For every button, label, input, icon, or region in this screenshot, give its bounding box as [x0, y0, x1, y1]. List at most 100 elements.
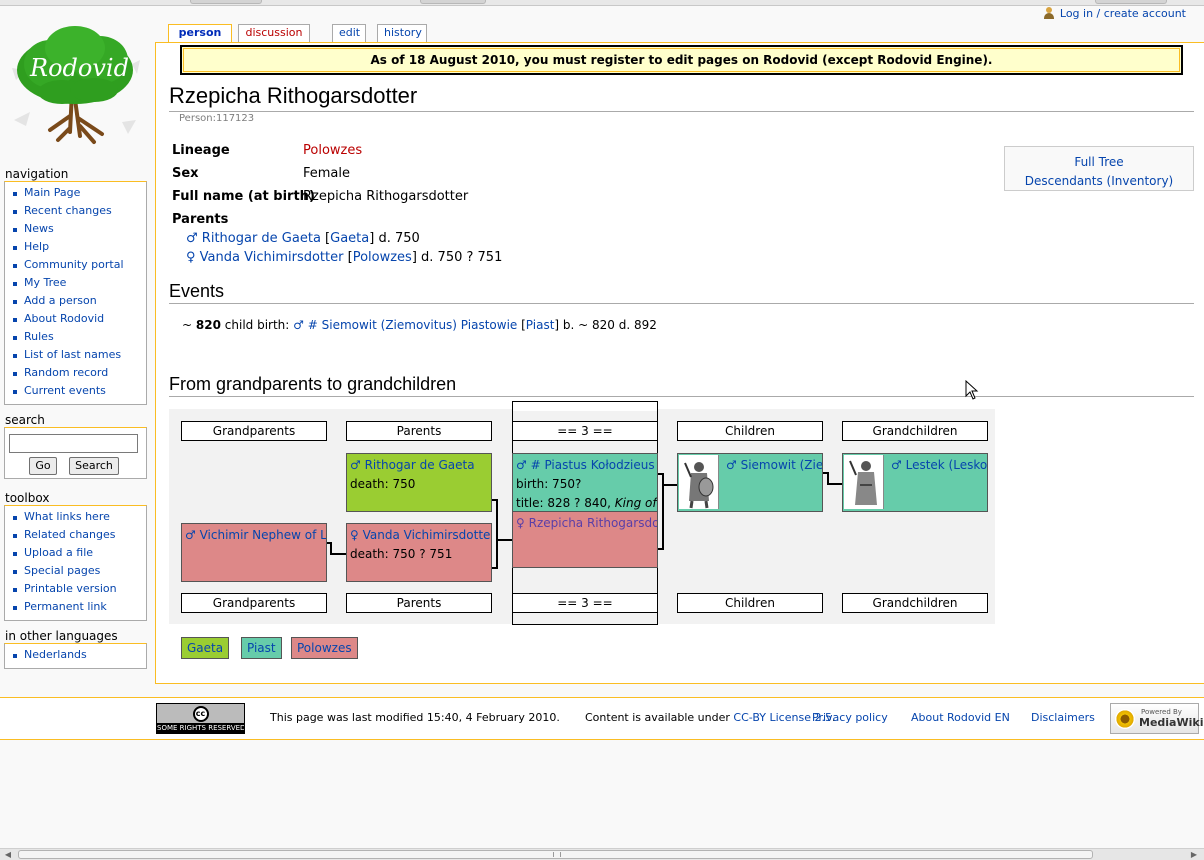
- content-license-text: Content is available under CC-BY License…: [585, 711, 835, 724]
- sidebar-item-label: Recent changes: [24, 204, 112, 217]
- go-button[interactable]: Go: [29, 457, 57, 475]
- event-lineage-link[interactable]: Piast: [526, 318, 555, 332]
- language-label: Nederlands: [24, 648, 87, 661]
- descendants-link[interactable]: Descendants (Inventory): [1025, 174, 1174, 188]
- tree-person-name: Vanda Vichimirsdotter: [362, 528, 492, 542]
- search-button[interactable]: Search: [69, 457, 119, 475]
- search-portlet: search Go Search: [4, 413, 147, 479]
- sidebar-item-about[interactable]: About Rodovid: [5, 310, 146, 328]
- sidebar-item-rules[interactable]: Rules: [5, 328, 146, 346]
- tab-person-label: person: [178, 26, 222, 39]
- toolbox-printable-version[interactable]: Printable version: [5, 580, 146, 598]
- parent-father-lineage-link[interactable]: Gaeta: [330, 231, 369, 246]
- browser-top-strip: [0, 0, 1204, 6]
- parent-mother-link[interactable]: Vanda Vichimirsdotter: [200, 250, 344, 265]
- horizontal-scrollbar[interactable]: ◀ ▶: [0, 848, 1204, 860]
- tree-person-death: death: 750: [350, 477, 416, 491]
- tree-footer-grandparents: Grandparents: [181, 593, 327, 613]
- tab-history-label: history: [384, 26, 422, 39]
- tab-person[interactable]: person: [168, 24, 232, 42]
- male-symbol-icon: ♂: [186, 231, 198, 246]
- tree-footer-grandchildren: Grandchildren: [842, 593, 988, 613]
- tab-discussion[interactable]: discussion: [238, 24, 310, 42]
- about-link[interactable]: About Rodovid EN: [911, 711, 1010, 724]
- toolbox-item-label: Printable version: [24, 582, 117, 595]
- cc-license-badge[interactable]: cc SOME RIGHTS RESERVED: [156, 703, 245, 734]
- tree-person-rithogar[interactable]: ♂ Rithogar de Gaeta death: 750: [346, 453, 492, 512]
- knight-portrait-icon: [849, 460, 877, 505]
- content-area: As of 18 August 2010, you must register …: [155, 42, 1204, 684]
- sidebar-item-label: My Tree: [24, 276, 67, 289]
- search-input[interactable]: [9, 434, 138, 453]
- tab-edit[interactable]: edit: [332, 24, 366, 42]
- rodovid-logo[interactable]: Rodovid: [10, 20, 140, 150]
- tree-person-vichimir[interactable]: ♂ Vichimir Nephew of Le: [181, 523, 327, 582]
- event-dates: b. ~ 820 d. 892: [562, 318, 657, 332]
- lineage-legend-polowzes[interactable]: Polowzes: [291, 637, 358, 659]
- site-notice-text: As of 18 August 2010, you must register …: [370, 53, 993, 67]
- sidebar-item-help[interactable]: Help: [5, 238, 146, 256]
- sidebar-item-label: Community portal: [24, 258, 124, 271]
- parent-father-link[interactable]: Rithogar de Gaeta: [202, 231, 321, 246]
- tree-person-title: title: 828 ? 840,: [516, 496, 615, 510]
- event-person-link[interactable]: # Siemowit (Ziemovitus) Piastowie: [308, 318, 518, 332]
- tree-person-lestek[interactable]: ♂ Lestek (Lesko: [842, 453, 988, 512]
- event-item: ~ 820 child birth: ♂ # Siemowit (Ziemovi…: [182, 318, 657, 332]
- lineage-legend-gaeta[interactable]: Gaeta: [181, 637, 230, 659]
- scrollbar-thumb[interactable]: [18, 850, 1093, 859]
- scroll-left-icon[interactable]: ◀: [2, 850, 14, 860]
- sidebar-item-last-names[interactable]: List of last names: [5, 346, 146, 364]
- toolbar-fragment: [420, 0, 486, 4]
- tree-header-children: Children: [677, 421, 823, 441]
- tree-connector: [662, 484, 677, 486]
- full-tree-link[interactable]: Full Tree: [1074, 155, 1123, 169]
- tab-history[interactable]: history: [377, 24, 427, 42]
- tree-person-name: Rzepicha Rithogarsdo: [528, 516, 658, 530]
- events-heading: Events: [169, 281, 1194, 304]
- mediawiki-badge[interactable]: Powered By MediaWiki: [1110, 703, 1203, 734]
- toolbar-fragment: [1095, 0, 1167, 4]
- toolbox-related-changes[interactable]: Related changes: [5, 526, 146, 544]
- toolbox-item-label: Upload a file: [24, 546, 94, 559]
- login-link[interactable]: Log in / create account: [1060, 7, 1186, 20]
- toolbox-special-pages[interactable]: Special pages: [5, 562, 146, 580]
- sidebar-item-label: Help: [24, 240, 50, 253]
- toolbox-what-links-here[interactable]: What links here: [5, 508, 146, 526]
- sidebar-item-label: News: [24, 222, 54, 235]
- sex-value: Female: [303, 166, 351, 181]
- sidebar-item-main-page[interactable]: Main Page: [5, 184, 146, 202]
- disclaimers-link[interactable]: Disclaimers: [1031, 711, 1095, 724]
- tree-person-name: Lestek (Lesko: [905, 458, 988, 472]
- toolbox-upload-file[interactable]: Upload a file: [5, 544, 146, 562]
- parent-mother-lineage-link[interactable]: Polowzes: [353, 250, 412, 265]
- scroll-right-icon[interactable]: ▶: [1188, 850, 1200, 860]
- tree-connector: [827, 483, 842, 485]
- lineage-legend-piast[interactable]: Piast: [241, 637, 282, 659]
- sidebar-item-recent-changes[interactable]: Recent changes: [5, 202, 146, 220]
- sidebar-item-news[interactable]: News: [5, 220, 146, 238]
- toolbox-item-label: Permanent link: [24, 600, 107, 613]
- event-type: child birth:: [224, 318, 290, 332]
- sidebar-item-label: Add a person: [24, 294, 97, 307]
- tree-person-vanda[interactable]: ♀ Vanda Vichimirsdotter death: 750 ? 751: [346, 523, 492, 582]
- sidebar-item-community-portal[interactable]: Community portal: [5, 256, 146, 274]
- tree-logo-icon: Rodovid: [12, 26, 140, 144]
- language-nederlands[interactable]: Nederlands: [5, 646, 146, 664]
- page-subtitle: Person:117123: [179, 113, 255, 124]
- tree-person-piastus[interactable]: ♂ # Piastus Kołodzieus birth: 750? title…: [512, 453, 658, 512]
- male-symbol-icon: ♂: [726, 458, 737, 472]
- female-symbol-icon: ♀: [186, 250, 196, 265]
- tree-connector: [330, 553, 346, 555]
- sidebar-item-my-tree[interactable]: My Tree: [5, 274, 146, 292]
- sidebar-item-add-person[interactable]: Add a person: [5, 292, 146, 310]
- privacy-policy-link[interactable]: Privacy policy: [812, 711, 888, 724]
- lineage-value-link[interactable]: Polowzes: [303, 143, 362, 158]
- sidebar-item-random-record[interactable]: Random record: [5, 364, 146, 382]
- tree-connector: [496, 499, 498, 569]
- mediawiki-text: MediaWiki: [1139, 716, 1204, 729]
- tree-person-rzepicha[interactable]: ♀ Rzepicha Rithogarsdo: [512, 511, 658, 568]
- lineage-label: Lineage: [172, 143, 230, 158]
- tree-person-siemowit[interactable]: ♂ Siemowit (Zien: [677, 453, 823, 512]
- sidebar-item-current-events[interactable]: Current events: [5, 382, 146, 400]
- toolbox-permanent-link[interactable]: Permanent link: [5, 598, 146, 616]
